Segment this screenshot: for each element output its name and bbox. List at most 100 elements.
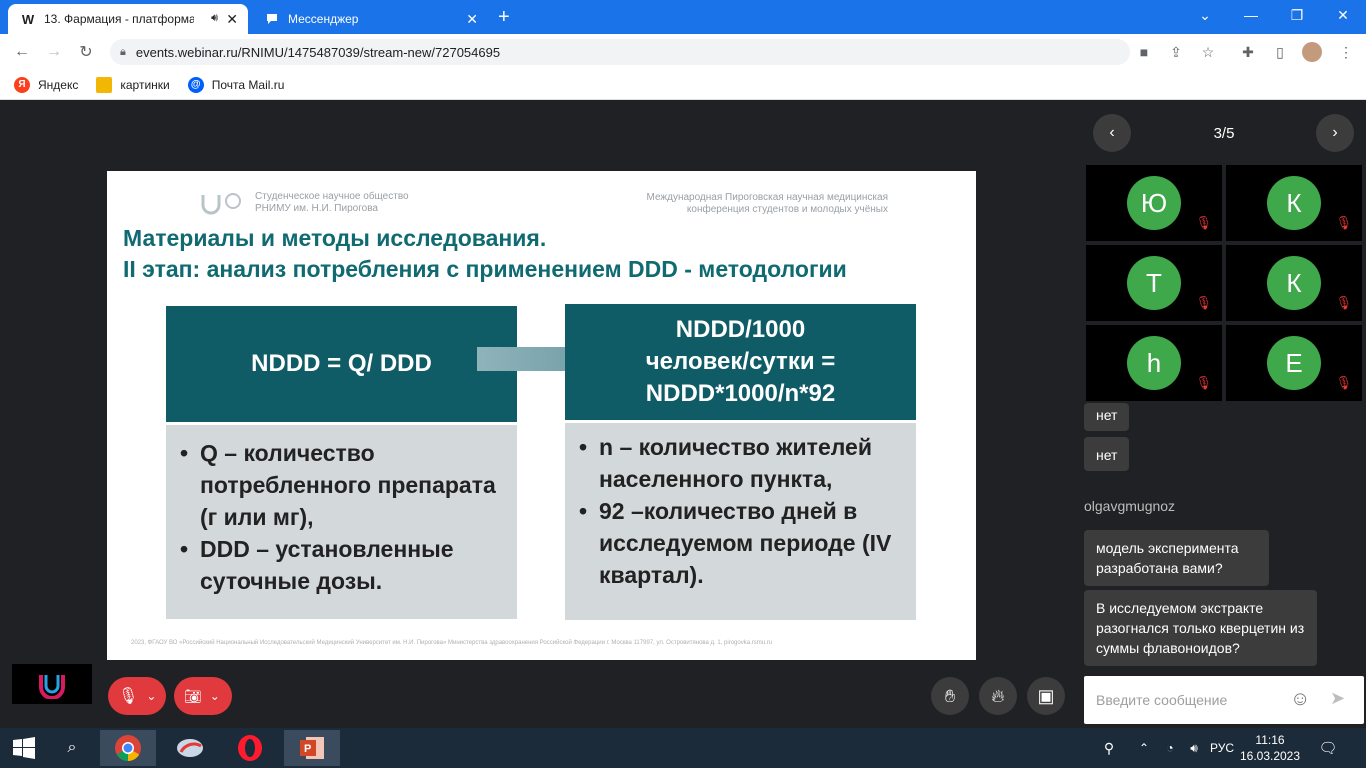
slide-footer: 2023, ФГАОУ ВО «Российский Национальный … [131,640,773,646]
rnimu-logo-icon [12,664,92,704]
taskbar-opera[interactable] [222,730,278,766]
avatar: К [1267,256,1321,310]
clock[interactable]: 11:16 16.03.2023 [1240,728,1300,768]
menu-kebab-icon[interactable]: ⋮ [1336,42,1356,62]
tab-pharmacy[interactable]: W 13. Фармация - платформа 🔊︎ ✕ [8,4,248,34]
new-tab-icon[interactable]: + [498,6,510,29]
mic-off-icon: 🎙︎ [118,688,139,705]
slide-title-2: II этап: анализ потребления с применение… [123,256,847,282]
yandex-icon: Я [14,76,30,93]
chevron-down-icon: ⌄ [146,689,157,703]
formula-box-right: NDDD/1000 человек/сутки = NDDD*1000/n*92 [565,304,916,420]
avatar: Ю [1127,176,1181,230]
tab-title: Мессенджер [288,12,359,26]
emoji-icon[interactable]: ☺ [1290,688,1310,711]
share-icon[interactable]: ⇪ [1166,42,1186,62]
avatar: Т [1127,256,1181,310]
flame-icon: 🔥︎ [991,685,1005,706]
layout-button[interactable]: ▣ [1027,677,1065,715]
chat-message: нет [1084,437,1130,471]
windows-icon [13,737,35,759]
next-page-button[interactable]: › [1316,114,1354,152]
extensions-icon[interactable]: ✚ [1238,42,1258,62]
keyboard-language[interactable]: РУС [1208,728,1236,768]
taskbar-chrome[interactable] [100,730,156,766]
search-icon[interactable]: ⌕ [48,730,96,766]
reload-icon[interactable]: ↻ [74,40,98,64]
avatar: Е [1267,336,1321,390]
right-definitions: n – количество жителей населенного пункт… [565,423,916,620]
org-right: Международная Пироговская научная медици… [646,192,888,215]
powerpoint-icon: P [300,737,324,759]
notifications-icon[interactable]: 🗨︎ [1314,728,1342,768]
participant-tile[interactable]: h 🎙︎ [1086,325,1222,401]
camera-off-icon: 📷︎ [184,687,202,704]
webinar-w-icon: W [21,11,35,27]
tab-messenger[interactable]: Мессенджер ✕ [252,4,488,34]
avatar: К [1267,176,1321,230]
browser-toolbar: ← → ↻ 🔒︎ events.webinar.ru/RNIMU/1475487… [0,34,1366,70]
speaker-icon[interactable]: 🔊︎ [211,12,218,25]
svg-text:P: P [304,743,311,755]
participant-tile[interactable]: Ю 🎙︎ [1086,165,1222,241]
side-panel-icon[interactable]: ▯ [1270,42,1290,62]
start-button[interactable] [0,730,48,766]
presentation-slide: Студенческое научное общество РНИМУ им. … [107,171,976,660]
sno-logo-icon [199,191,245,215]
image-icon [96,76,113,93]
wifi-icon[interactable]: ◔ [1160,728,1180,768]
raise-hand-button[interactable]: ✋︎ [931,677,969,715]
bookmark-star-icon[interactable]: ☆ [1198,42,1218,62]
people-icon[interactable]: ⚲ [1098,728,1120,768]
messenger-icon [264,11,280,27]
bookmarks-bar: Я Яндекс картинки @ Почта Mail.ru [0,70,1366,100]
camera-toggle-button[interactable]: 📷︎ ⌄ [174,677,232,715]
participant-tile[interactable]: Е 🎙︎ [1226,325,1362,401]
hand-icon: ✋︎ [944,685,956,706]
restore-icon[interactable]: ❐ [1274,0,1320,30]
chat-message-input[interactable]: Введите сообщение ☺ ➤ [1084,676,1364,724]
avatar: h [1127,336,1181,390]
forward-icon[interactable]: → [42,40,66,64]
participant-tile[interactable]: К 🎙︎ [1226,245,1362,321]
slide-title-1: Материалы и методы исследования. [123,225,547,251]
chat-message: модель эксперимента разработана вами? [1084,530,1269,586]
volume-icon[interactable]: 🔊︎ [1184,728,1204,768]
chat-message: В исследуемом экстракте разогнался тольк… [1084,590,1317,666]
microphone-toggle-button[interactable]: 🎙︎ ⌄ [108,677,166,715]
close-tab-icon[interactable]: ✕ [466,11,478,28]
opera-icon [238,735,262,761]
taskbar-app[interactable] [162,730,218,766]
profile-avatar[interactable] [1302,42,1322,62]
close-window-icon[interactable]: ✕ [1320,0,1366,30]
prev-page-button[interactable]: ‹ [1093,114,1131,152]
camera-blocked-icon[interactable]: ■ [1134,42,1154,62]
close-tab-icon[interactable]: ✕ [226,11,238,28]
picture-in-picture-icon: ▣ [1037,685,1055,706]
participant-tile[interactable]: К 🎙︎ [1226,165,1362,241]
tab-search-icon[interactable]: ⌄ [1182,0,1228,30]
lock-icon: 🔒︎ [120,45,126,58]
minimize-icon[interactable]: — [1228,0,1274,30]
reactions-button[interactable]: 🔥︎ [979,677,1017,715]
back-icon[interactable]: ← [10,40,34,64]
formula-box-left: NDDD = Q/ DDD [166,306,517,422]
send-icon[interactable]: ➤ [1330,688,1345,709]
chrome-icon [115,735,141,761]
tray-chevron-up-icon[interactable]: ⌃ [1136,728,1152,768]
mic-muted-icon: 🎙︎ [1335,375,1352,390]
bookmark-pictures[interactable]: картинки [96,76,170,93]
chat-author: olgavgmugnoz [1084,498,1176,514]
list-item: Q – количество потребленного препарата (… [180,437,517,533]
list-item: n – количество жителей населенного пункт… [579,431,916,495]
address-bar[interactable]: 🔒︎ events.webinar.ru/RNIMU/1475487039/st… [110,39,1130,65]
chat-message: нет [1084,403,1130,431]
bookmark-mail[interactable]: @ Почта Mail.ru [187,76,284,93]
list-item: DDD – установленные суточные дозы. [180,533,517,597]
url-text: events.webinar.ru/RNIMU/1475487039/strea… [135,44,501,60]
bookmark-yandex[interactable]: Я Яндекс [14,76,78,93]
mic-muted-icon: 🎙︎ [1195,295,1212,310]
mic-muted-icon: 🎙︎ [1335,215,1352,230]
participant-tile[interactable]: Т 🎙︎ [1086,245,1222,321]
taskbar-powerpoint[interactable]: P [284,730,340,766]
